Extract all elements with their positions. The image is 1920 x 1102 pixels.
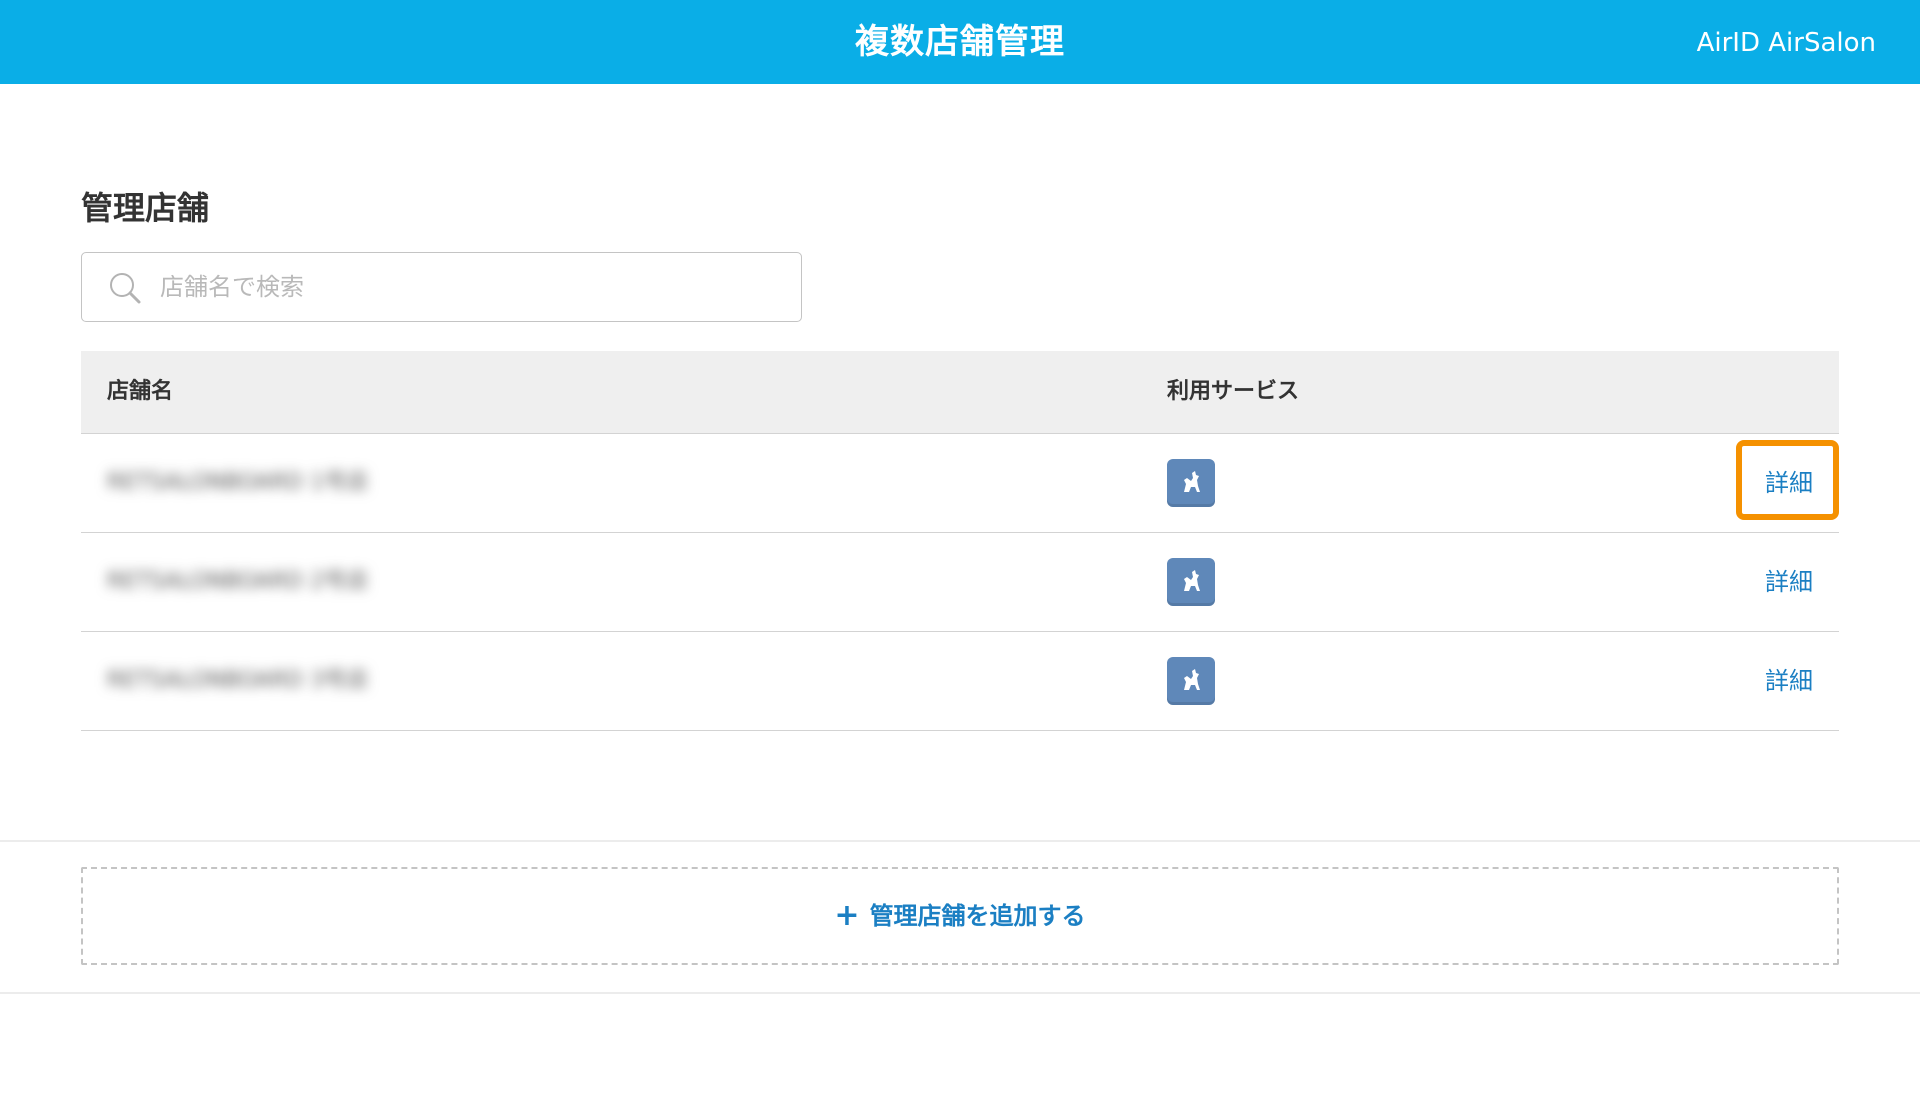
account-label[interactable]: AirID AirSalon [1697,0,1876,84]
search-input[interactable] [160,253,780,320]
store-table: 店舗名 利用サービス RETSALONBOARD 1号店 詳細 RETSALON… [81,351,1839,731]
section-title: 管理店舗 [81,189,210,227]
airsalon-service-icon [1167,558,1215,606]
add-store-label: 管理店舗を追加する [869,902,1086,930]
page-title: 複数店舗管理 [855,22,1065,62]
table-row: RETSALONBOARD 3号店 詳細 [81,632,1839,731]
column-header-store-name: 店舗名 [107,379,174,404]
detail-link[interactable]: 詳細 [1765,434,1813,532]
store-name: RETSALONBOARD 2号店 [107,569,369,594]
airsalon-service-icon [1167,657,1215,705]
plus-icon: + [834,898,860,933]
detail-link[interactable]: 詳細 [1765,533,1813,631]
store-name: RETSALONBOARD 1号店 [107,470,369,495]
table-row: RETSALONBOARD 1号店 詳細 [81,434,1839,533]
search-box[interactable] [81,252,802,322]
search-icon [108,271,142,305]
footer-band: + 管理店舗を追加する [0,840,1920,994]
add-store-button[interactable]: + 管理店舗を追加する [81,867,1839,965]
store-name: RETSALONBOARD 3号店 [107,668,369,693]
airsalon-service-icon [1167,459,1215,507]
table-header: 店舗名 利用サービス [81,351,1839,434]
app-header: 複数店舗管理 AirID AirSalon [0,0,1920,84]
column-header-service: 利用サービス [1167,379,1300,404]
detail-link[interactable]: 詳細 [1765,632,1813,730]
table-row: RETSALONBOARD 2号店 詳細 [81,533,1839,632]
